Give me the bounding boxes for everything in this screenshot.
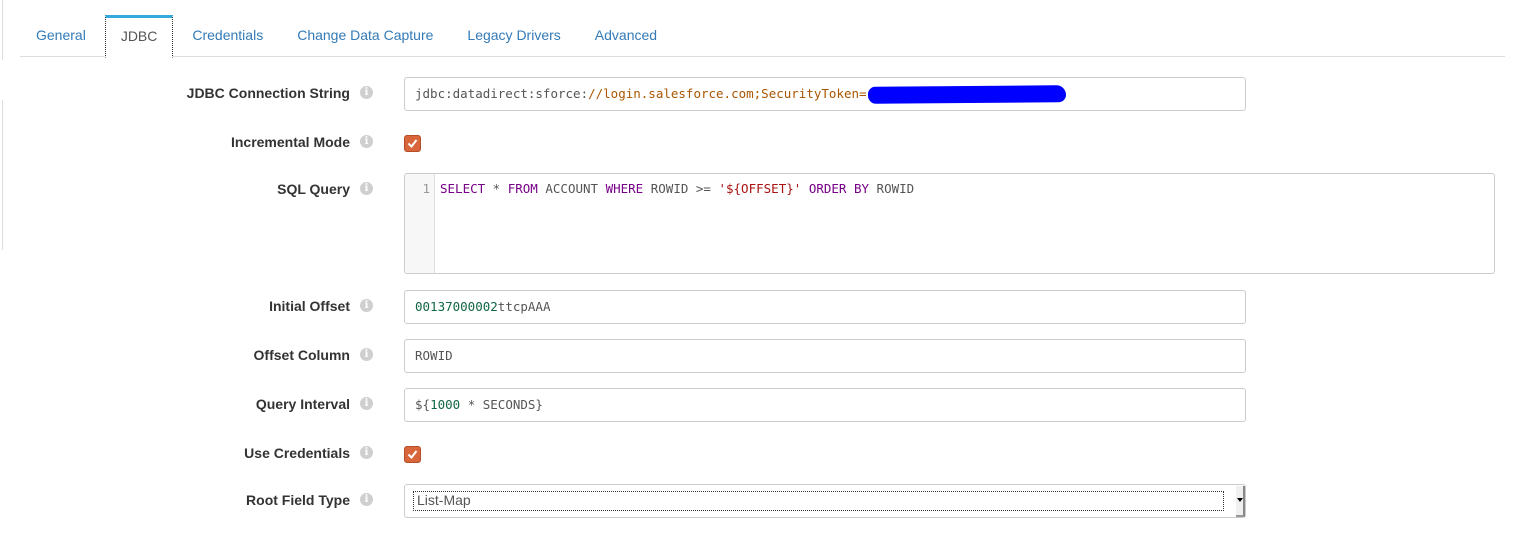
sql-token: ACCOUNT: [537, 181, 606, 196]
line-number-gutter: 1: [405, 174, 435, 273]
tab-legacy-drivers[interactable]: Legacy Drivers: [452, 15, 575, 57]
sql-token: ROWID >=: [643, 181, 719, 196]
initial-offset-label: Initial Offset: [269, 298, 350, 314]
chevron-down-icon: [1237, 498, 1243, 502]
line-number: 1: [422, 181, 430, 196]
connection-string-prefix: jdbc:datadirect:sforce:: [415, 86, 589, 101]
sql-token: *: [485, 181, 508, 196]
offset-column-input[interactable]: ROWID: [404, 339, 1246, 373]
jdbc-connection-string-label: JDBC Connection String: [186, 85, 350, 101]
info-icon[interactable]: i: [360, 493, 373, 506]
redaction-mark: [867, 85, 1066, 104]
info-icon[interactable]: i: [360, 86, 373, 99]
sql-token: '${OFFSET}': [718, 181, 802, 196]
offset-column-row: Offset Column i ROWID: [0, 339, 1519, 373]
sql-query-label: SQL Query: [277, 181, 350, 197]
initial-offset-input[interactable]: 00137000002ttcpAAA: [404, 290, 1246, 324]
tab-advanced[interactable]: Advanced: [580, 15, 672, 57]
query-interval-suffix: * SECONDS}: [460, 397, 543, 412]
info-icon[interactable]: i: [360, 446, 373, 459]
use-credentials-checkbox[interactable]: [404, 446, 421, 463]
tab-general[interactable]: General: [21, 15, 101, 57]
connection-string-url: //login.salesforce.com;SecurityToken=: [588, 86, 867, 101]
incremental-mode-row: Incremental Mode i: [0, 133, 1519, 153]
jdbc-connection-string-input[interactable]: jdbc:datadirect:sforce://login.salesforc…: [404, 77, 1246, 111]
checkmark-icon: [407, 450, 418, 460]
config-tabs: General JDBC Credentials Change Data Cap…: [20, 15, 1505, 58]
tab-change-data-capture[interactable]: Change Data Capture: [282, 15, 448, 57]
incremental-mode-checkbox[interactable]: [404, 135, 421, 152]
query-interval-input[interactable]: ${1000 * SECONDS}: [404, 388, 1246, 422]
initial-offset-number: 00137000002: [415, 299, 498, 314]
info-icon[interactable]: i: [360, 397, 373, 410]
info-icon[interactable]: i: [360, 182, 373, 195]
focus-ring: [413, 491, 1224, 511]
use-credentials-row: Use Credentials i: [0, 444, 1519, 464]
root-field-type-value: List-Map: [417, 492, 471, 508]
initial-offset-rest: ttcpAAA: [497, 299, 551, 314]
query-interval-label: Query Interval: [255, 396, 350, 412]
query-interval-row: Query Interval i ${1000 * SECONDS}: [0, 388, 1519, 422]
sql-token: ORDER BY: [808, 181, 870, 196]
info-icon[interactable]: i: [360, 299, 373, 312]
use-credentials-label: Use Credentials: [244, 445, 350, 461]
query-interval-prefix: ${: [415, 397, 431, 412]
sql-code: SELECT * FROM ACCOUNT WHERE ROWID >= '${…: [440, 181, 914, 196]
jdbc-connection-string-row: JDBC Connection String i jdbc:datadirect…: [0, 77, 1519, 111]
tab-credentials[interactable]: Credentials: [177, 15, 278, 57]
root-field-type-label: Root Field Type: [246, 492, 350, 508]
initial-offset-row: Initial Offset i 00137000002ttcpAAA: [0, 290, 1519, 324]
info-icon[interactable]: i: [360, 348, 373, 361]
checkmark-icon: [407, 139, 418, 149]
sql-token: SELECT: [440, 181, 486, 196]
sql-token: ROWID: [869, 181, 915, 196]
tab-jdbc[interactable]: JDBC: [104, 15, 174, 58]
offset-column-label: Offset Column: [253, 347, 350, 363]
incremental-mode-label: Incremental Mode: [230, 134, 350, 150]
root-field-type-select[interactable]: List-Map: [404, 484, 1246, 518]
sql-token: FROM: [507, 181, 538, 196]
left-panel-border: [0, 0, 3, 60]
info-icon[interactable]: i: [360, 135, 373, 148]
sql-token: WHERE: [605, 181, 644, 196]
query-interval-number: 1000: [430, 397, 461, 412]
dropdown-button[interactable]: [1236, 486, 1245, 517]
sql-query-editor[interactable]: 1 SELECT * FROM ACCOUNT WHERE ROWID >= '…: [404, 173, 1495, 274]
